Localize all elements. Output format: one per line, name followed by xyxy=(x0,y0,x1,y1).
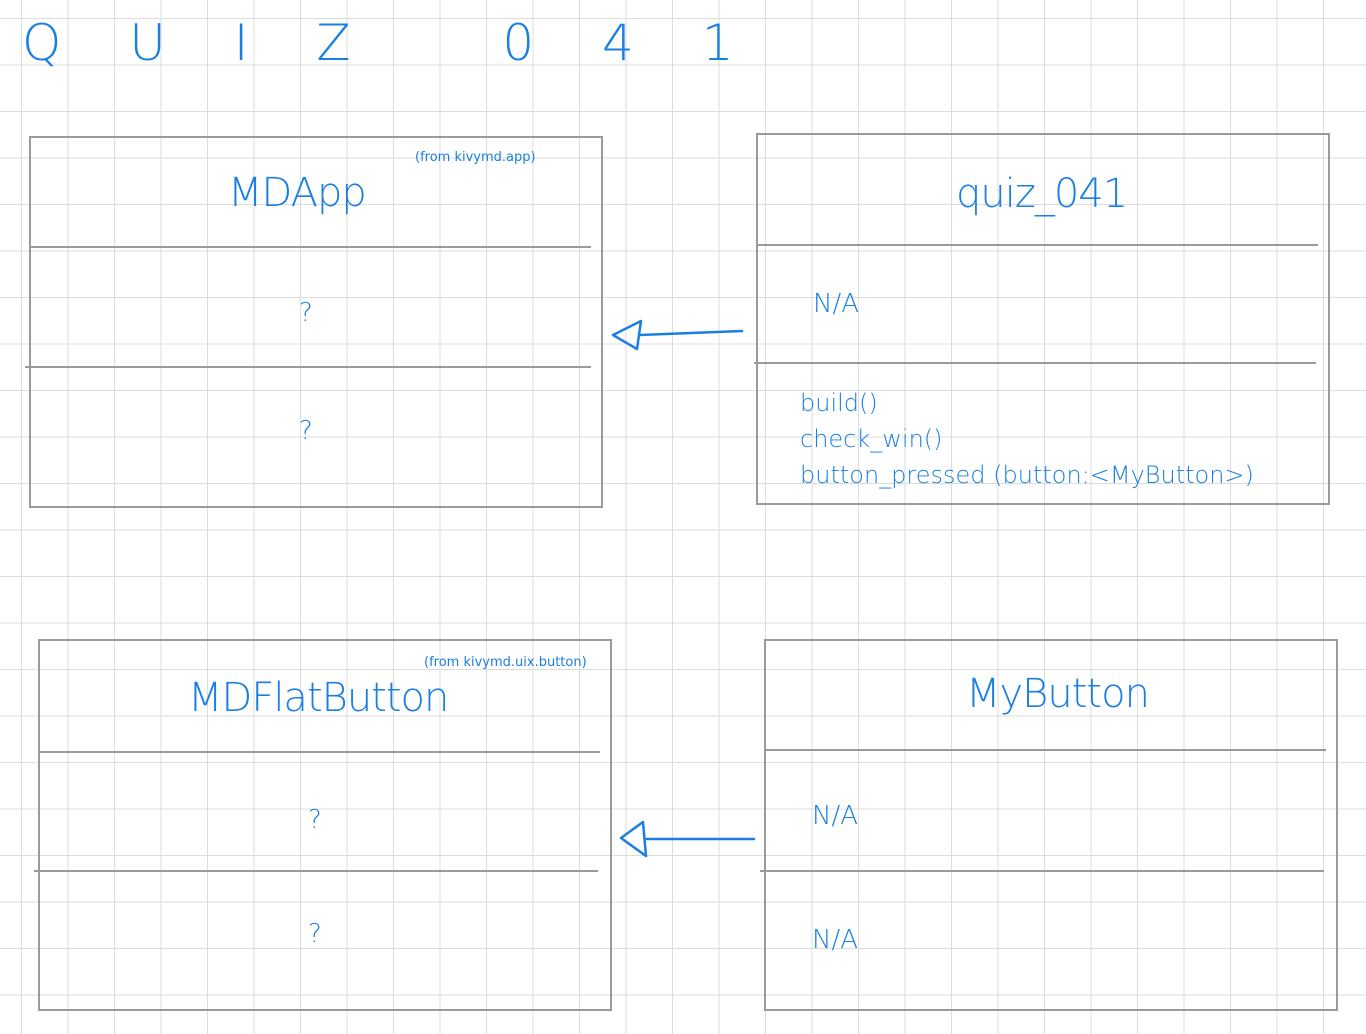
method-item: build() xyxy=(800,389,878,417)
arrow-line xyxy=(638,329,744,337)
class-name: MDApp xyxy=(228,170,367,216)
class-origin-note: (from kivymd.app) xyxy=(415,150,536,165)
attributes-section: ? xyxy=(308,805,322,835)
name-divider xyxy=(40,751,600,753)
name-divider xyxy=(31,246,591,248)
class-name: quiz_041 xyxy=(956,171,1128,217)
attributes-divider xyxy=(754,362,1316,364)
method-item: check_win() xyxy=(800,425,943,453)
attributes-section: N/A xyxy=(812,801,858,831)
methods-section: N/A xyxy=(812,925,858,955)
attributes-divider xyxy=(25,366,591,368)
attributes-section: N/A xyxy=(813,289,859,319)
attributes-divider xyxy=(760,870,1324,872)
class-origin-note: (from kivymd.uix.button) xyxy=(424,655,587,670)
class-name: MyButton xyxy=(966,671,1150,717)
method-item: button_pressed (button:<MyButton>) xyxy=(800,461,1254,489)
class-box-quiz-041: quiz_041 N/A build() check_win() button_… xyxy=(754,133,1330,505)
attributes-section: ? xyxy=(299,298,313,328)
page-title: Q U I Z 0 4 1 xyxy=(22,14,760,72)
name-divider xyxy=(766,749,1326,751)
attributes-divider xyxy=(34,870,598,872)
inheritance-arrow-quiz-041-to-mdapp xyxy=(611,319,744,351)
inheritance-arrow-mybutton-to-mdflatbutton xyxy=(619,820,756,858)
name-divider xyxy=(758,244,1318,246)
hollow-triangle-arrowhead-icon xyxy=(619,820,648,858)
hollow-triangle-arrowhead-icon xyxy=(611,319,643,351)
methods-section: ? xyxy=(299,416,313,446)
class-name: MDFlatButton xyxy=(188,675,449,721)
methods-section: ? xyxy=(308,919,322,949)
class-box-mdflatbutton: (from kivymd.uix.button) MDFlatButton ? … xyxy=(34,639,612,1011)
class-box-mybutton: MyButton N/A N/A xyxy=(760,639,1338,1011)
class-box-mdapp: (from kivymd.app) MDApp ? ? xyxy=(25,136,603,508)
methods-section: build() check_win() button_pressed (butt… xyxy=(800,385,1254,493)
